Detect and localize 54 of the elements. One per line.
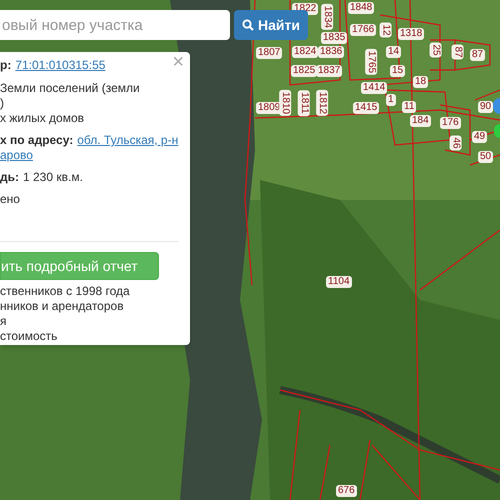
parcel-number-label: 11 — [402, 101, 416, 113]
field-value: ено — [0, 192, 21, 207]
parcel-number-label: 1766 — [350, 24, 376, 36]
parcel-number-label: 49 — [472, 131, 488, 143]
parcel-number-label: 87 — [470, 49, 486, 61]
field-link[interactable]: арово — [0, 148, 33, 163]
feature-text: я — [0, 314, 8, 329]
search-field[interactable]: овый номер участка — [0, 10, 230, 40]
field-value: 1 230 кв.м. — [23, 170, 83, 185]
parcel-number-label: 676 — [336, 485, 357, 497]
field-label: р: — [0, 58, 12, 73]
field-value: ) — [0, 96, 5, 111]
parcel-number-label: 1835 — [321, 32, 348, 44]
feature-text: ственников с 1998 года — [0, 284, 131, 299]
parcel-number-label: 87 — [452, 44, 464, 60]
parcel-number-label: 46 — [450, 135, 462, 151]
parcel-number-label: 15 — [390, 65, 406, 77]
parcel-number-label: 1765 — [365, 48, 378, 76]
search-icon — [242, 19, 254, 31]
parcel-number-label: 1836 — [318, 46, 344, 58]
parcel-number-label: 18 — [413, 76, 428, 88]
parcel-number-label: 50 — [478, 151, 494, 163]
parcel-number-label: 1 — [386, 94, 396, 106]
parcel-number-label: 90 — [478, 101, 494, 113]
field-value: х жилых домов — [0, 111, 85, 126]
parcel-number-label: 1825 — [291, 65, 318, 77]
feature-text: стоимость — [0, 329, 58, 344]
parcel-number-label: 1809 — [256, 102, 282, 114]
parcel-number-label: 1414 — [361, 82, 388, 94]
parcel-number-label: 1810 — [279, 90, 292, 116]
search-button[interactable]: Найти — [234, 10, 308, 40]
parcel-number-label: 14 — [386, 46, 402, 58]
close-button[interactable]: × — [172, 52, 184, 72]
parcel-number-label: 184 — [410, 115, 431, 127]
parcel-number-label: 1318 — [398, 28, 424, 40]
parcel-number-label: 1837 — [316, 65, 342, 77]
parcel-number-label: 1415 — [353, 102, 380, 114]
parcel-number-label: 176 — [440, 117, 461, 129]
parcel-number-label: 1104 — [326, 276, 352, 288]
field-link[interactable]: 71:01:010315:55 — [15, 58, 106, 73]
field-label: дь: — [0, 170, 19, 185]
field-link[interactable]: обл. Тульская, р-н — [77, 133, 178, 148]
parcel-number-label: 12 — [380, 22, 392, 38]
parcel-number-label: 1848 — [348, 2, 374, 14]
parcel-number-label: 1812 — [316, 90, 328, 116]
field-value: Земли поселений (земли — [0, 81, 141, 96]
parcel-number-label: 1834 — [321, 4, 334, 30]
field-label: х по адресу: — [0, 133, 74, 148]
parcel-number-label: 1807 — [256, 47, 282, 59]
parcel-number-label: 1811 — [298, 90, 310, 116]
parcel-number-label: 25 — [430, 42, 442, 58]
feature-text: нников и арендаторов — [0, 299, 125, 314]
report-button[interactable]: ить подробный отчет — [0, 252, 159, 280]
parcel-number-label: 1824 — [292, 46, 318, 58]
